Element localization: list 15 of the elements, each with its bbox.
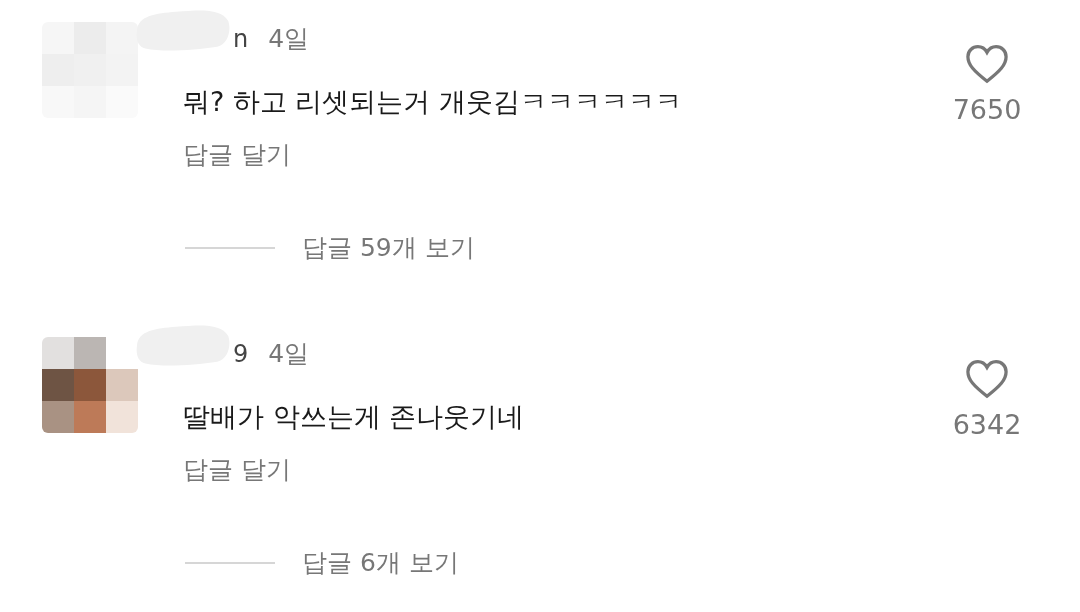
view-replies-link[interactable]: 답글 6개 보기: [302, 546, 459, 579]
view-replies-link[interactable]: 답글 59개 보기: [302, 231, 475, 264]
comment-text: 뭐? 하고 리셋되는거 개웃김ㅋㅋㅋㅋㅋㅋ: [183, 85, 683, 119]
reply-link[interactable]: 답글 달기: [183, 453, 291, 486]
like-count: 7650: [952, 94, 1022, 125]
comment-time: 4일: [268, 338, 310, 370]
heart-icon[interactable]: [965, 359, 1009, 399]
username[interactable]: 9: [233, 340, 249, 368]
comment-text: 딸배가 악쓰는게 존나웃기네: [183, 400, 525, 434]
reply-link[interactable]: 답글 달기: [183, 138, 291, 171]
like-count: 6342: [952, 409, 1022, 440]
avatar[interactable]: [42, 337, 138, 433]
username[interactable]: n: [233, 25, 249, 53]
heart-icon[interactable]: [965, 44, 1009, 84]
comment-time: 4일: [268, 23, 310, 55]
